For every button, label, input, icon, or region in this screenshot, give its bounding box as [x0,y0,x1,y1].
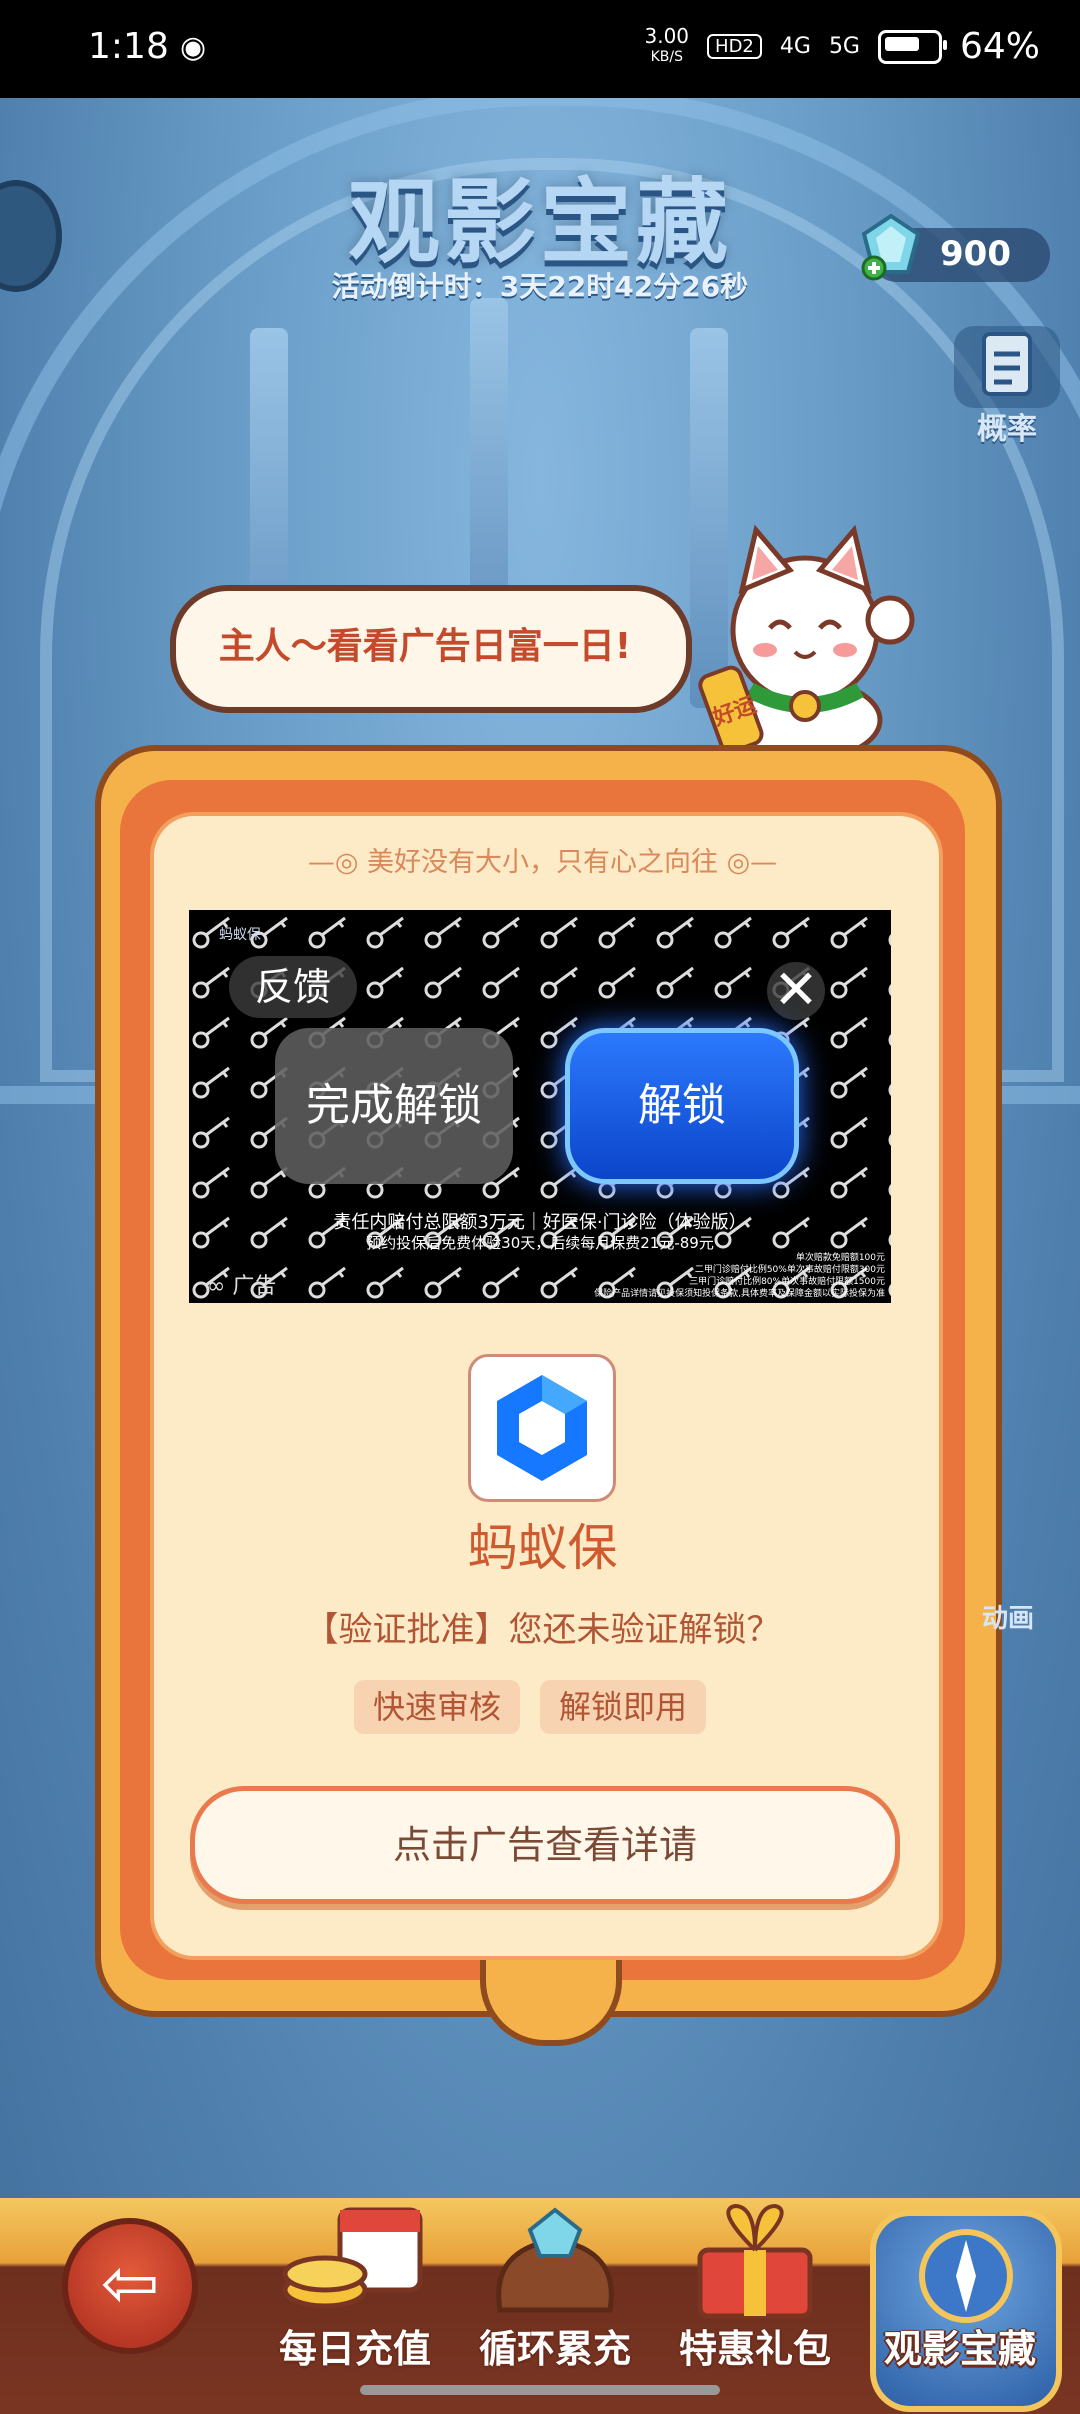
app-name: 蚂蚁保 [467,1519,618,1577]
tab-movie-treasure-active[interactable] [870,2210,1062,2412]
hd-badge: HD2 [707,34,762,59]
tab-cumulative-recharge-label[interactable]: 循环累充 [450,2318,660,2373]
tab-special-pack-label[interactable]: 特惠礼包 [650,2318,860,2373]
unlock-button[interactable]: 解锁 [565,1028,799,1184]
ad-label: ∞ 广告 [207,1274,277,1299]
tab-daily-recharge-label[interactable]: 每日充值 [250,2318,460,2373]
calendar-coins-icon [282,2207,423,2309]
tag-fast-review: 快速审核 [354,1680,520,1734]
gem-icon [861,213,921,281]
status-right: 3.00 KB/S HD2 4G 5G 64% [645,26,1041,67]
gift-box-icon [697,2203,813,2319]
verify-message: 【验证批准】您还未验证解锁？ [304,1610,781,1650]
ad-text-line2: 预约投保后免费体验30天，后续每月保费21元-89元 [366,1234,714,1252]
tab-movie-treasure-label[interactable]: 观影宝藏 [855,2318,1065,2373]
network-speed: 3.00 KB/S [644,24,690,65]
ad-fine-print: 单次赔款免赔额100元 二甲门诊赔付比例50%单次事故赔付限额300元 三甲门诊… [594,1253,885,1299]
ad-close-button[interactable]: ✕ [767,962,825,1020]
ad-text-line1: 责任内赔付总限额3万元｜好医保·门诊险（体验版） [333,1212,747,1233]
signal-4g: 4G [779,34,811,59]
lucky-cat-mascot-icon: 好运 [698,524,915,760]
battery-icon [877,29,947,64]
battery-level: 64% [959,26,1040,67]
gem-count: 900 [940,234,1011,274]
status-bar: 1:18 ◉ 3.00 KB/S HD2 4G 5G 64% [0,0,1080,98]
tag-unlock-ready: 解锁即用 [540,1680,706,1734]
back-button[interactable]: ⇦ [62,2218,198,2354]
complete-unlock-button[interactable]: 完成解锁 [275,1028,513,1184]
ad-banner[interactable]: 蚂蚁保 反馈 ✕ 完成解锁 解锁 责任内赔付总限额3万元｜好医保·门诊险（体验版… [189,910,891,1303]
signal-5g: 5G [828,34,860,59]
modal-subtitle: —◎ 美好没有大小，只有心之向往 ◎— [307,847,778,878]
gem-bag-icon [496,2207,614,2313]
ad-brand-logo: 蚂蚁保 [219,927,261,943]
home-indicator[interactable] [360,2385,720,2395]
antbao-app-icon[interactable] [468,1354,616,1502]
speech-text: 主人～看看广告日富一日! [218,626,632,667]
view-ad-details-button[interactable]: 点击广告查看详请 [190,1786,900,1904]
ad-feedback-button[interactable]: 反馈 [229,956,357,1018]
status-time: 1:18 [88,26,169,67]
probability-label[interactable]: 概率 [950,404,1064,448]
notification-icon: ◉ [180,30,207,65]
ad-link-icon: ∞ [207,1274,233,1299]
side-anim-label: 动画 [982,1604,1035,1634]
